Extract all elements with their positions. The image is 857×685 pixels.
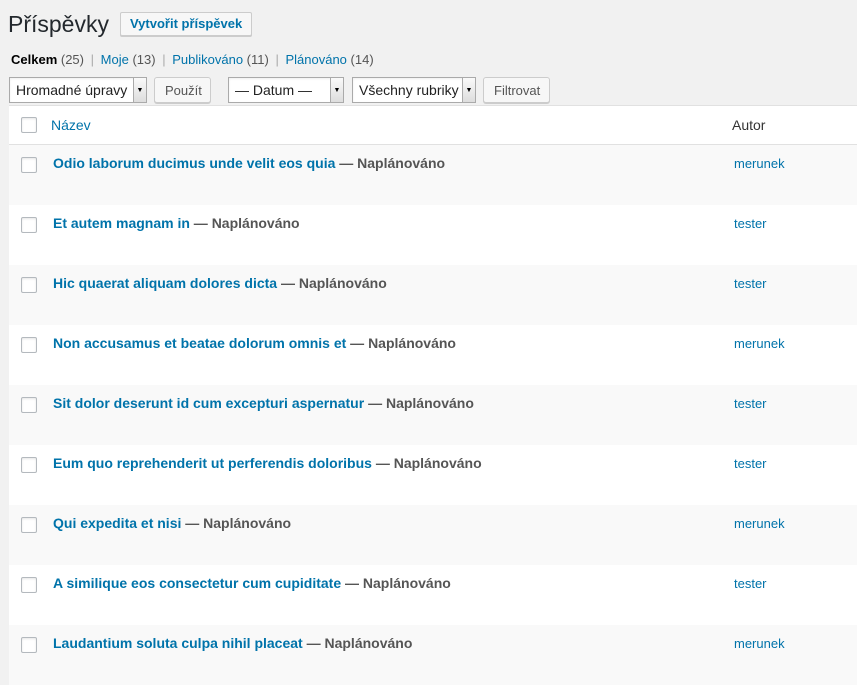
add-new-post-button[interactable]: Vytvořit příspěvek <box>119 12 253 36</box>
select-all-checkbox[interactable] <box>21 117 37 133</box>
filter-all-link[interactable]: Celkem <box>11 52 57 67</box>
table-row: Sit dolor deserunt id cum excepturi aspe… <box>9 385 857 445</box>
column-header-title[interactable]: Název <box>49 117 732 133</box>
post-state: — Naplánováno <box>371 455 482 471</box>
page-title: Příspěvky <box>8 11 109 37</box>
table-body: Odio laborum ducimus unde velit eos quia… <box>9 145 857 685</box>
posts-table: Název Autor Odio laborum ducimus unde ve… <box>9 105 857 685</box>
table-row: Laudantium soluta culpa nihil placeat — … <box>9 625 857 685</box>
post-state: — Naplánováno <box>277 275 387 291</box>
dropdown-arrow-icon: ▼ <box>462 78 475 102</box>
post-title-link[interactable]: Hic quaerat aliquam dolores dicta <box>53 275 277 291</box>
filter-mine-link[interactable]: Moje <box>101 52 129 67</box>
apply-button[interactable]: Použít <box>154 77 211 103</box>
post-title-link[interactable]: Laudantium soluta culpa nihil placeat <box>53 635 303 651</box>
row-checkbox[interactable] <box>21 517 37 533</box>
post-author-link[interactable]: tester <box>734 445 767 471</box>
filter-published-count: (11) <box>246 52 269 67</box>
table-row: Et autem magnam in — Naplánováno tester <box>9 205 857 265</box>
table-row: Odio laborum ducimus unde velit eos quia… <box>9 145 857 205</box>
post-title-link[interactable]: Eum quo reprehenderit ut perferendis dol… <box>53 455 372 471</box>
post-author-link[interactable]: tester <box>734 565 767 591</box>
table-row: A similique eos consectetur cum cupidita… <box>9 565 857 625</box>
post-state: — Naplánováno <box>335 155 446 171</box>
post-author-link[interactable]: merunek <box>734 625 785 651</box>
post-state: — Naplánováno <box>364 395 474 411</box>
category-filter-value: Všechny rubriky <box>359 82 459 98</box>
row-checkbox[interactable] <box>21 397 37 413</box>
post-title-link[interactable]: A similique eos consectetur cum cupidita… <box>53 575 341 591</box>
page-header: Příspěvky Vytvořit příspěvek <box>8 4 253 44</box>
post-author-link[interactable]: merunek <box>734 505 785 531</box>
post-author-link[interactable]: tester <box>734 265 767 291</box>
post-state: — Naplánováno <box>302 635 413 651</box>
separator: | <box>275 52 279 67</box>
bulk-action-value: Hromadné úpravy <box>16 82 128 98</box>
filter-all-count: (25) <box>60 52 84 67</box>
post-title-link[interactable]: Odio laborum ducimus unde velit eos quia <box>53 155 335 171</box>
table-row: Eum quo reprehenderit ut perferendis dol… <box>9 445 857 505</box>
date-filter-select[interactable]: — Datum — ▼ <box>228 77 344 103</box>
table-row: Non accusamus et beatae dolorum omnis et… <box>9 325 857 385</box>
post-title-link[interactable]: Qui expedita et nisi <box>53 515 181 531</box>
post-state: — Naplánováno <box>341 575 451 591</box>
row-checkbox[interactable] <box>21 217 37 233</box>
filter-mine-count: (13) <box>132 52 156 67</box>
separator: | <box>162 52 166 67</box>
separator: | <box>90 52 95 67</box>
row-checkbox[interactable] <box>21 637 37 653</box>
post-state: — Naplánováno <box>181 515 292 531</box>
filter-button[interactable]: Filtrovat <box>483 77 550 103</box>
post-title-link[interactable]: Sit dolor deserunt id cum excepturi aspe… <box>53 395 364 411</box>
table-toolbar: Hromadné úpravy ▼ Použít — Datum — ▼ Vše… <box>9 76 550 104</box>
row-checkbox[interactable] <box>21 157 37 173</box>
post-state: — Naplánováno <box>189 215 300 231</box>
filter-published-link[interactable]: Publikováno <box>172 52 243 67</box>
dropdown-arrow-icon: ▼ <box>330 78 343 102</box>
row-checkbox[interactable] <box>21 277 37 293</box>
post-author-link[interactable]: tester <box>734 385 767 411</box>
row-checkbox[interactable] <box>21 337 37 353</box>
post-title-link[interactable]: Non accusamus et beatae dolorum omnis et <box>53 335 346 351</box>
post-state: — Naplánováno <box>346 335 456 351</box>
post-author-link[interactable]: tester <box>734 205 767 231</box>
filter-scheduled-count: (14) <box>350 52 374 67</box>
status-filter-links: Celkem (25) | Moje (13) | Publikováno (1… <box>11 52 374 67</box>
bulk-action-select[interactable]: Hromadné úpravy ▼ <box>9 77 147 103</box>
table-row: Hic quaerat aliquam dolores dicta — Napl… <box>9 265 857 325</box>
filter-scheduled-link[interactable]: Plánováno <box>285 52 346 67</box>
dropdown-arrow-icon: ▼ <box>133 78 146 102</box>
column-header-author: Autor <box>732 117 766 133</box>
row-checkbox[interactable] <box>21 577 37 593</box>
table-header: Název Autor <box>9 106 857 145</box>
post-author-link[interactable]: merunek <box>734 325 785 351</box>
date-filter-value: — Datum — <box>235 82 313 98</box>
post-title-link[interactable]: Et autem magnam in <box>53 215 190 231</box>
post-author-link[interactable]: merunek <box>734 145 785 171</box>
table-row: Qui expedita et nisi — Naplánováno merun… <box>9 505 857 565</box>
row-checkbox[interactable] <box>21 457 37 473</box>
category-filter-select[interactable]: Všechny rubriky ▼ <box>352 77 476 103</box>
